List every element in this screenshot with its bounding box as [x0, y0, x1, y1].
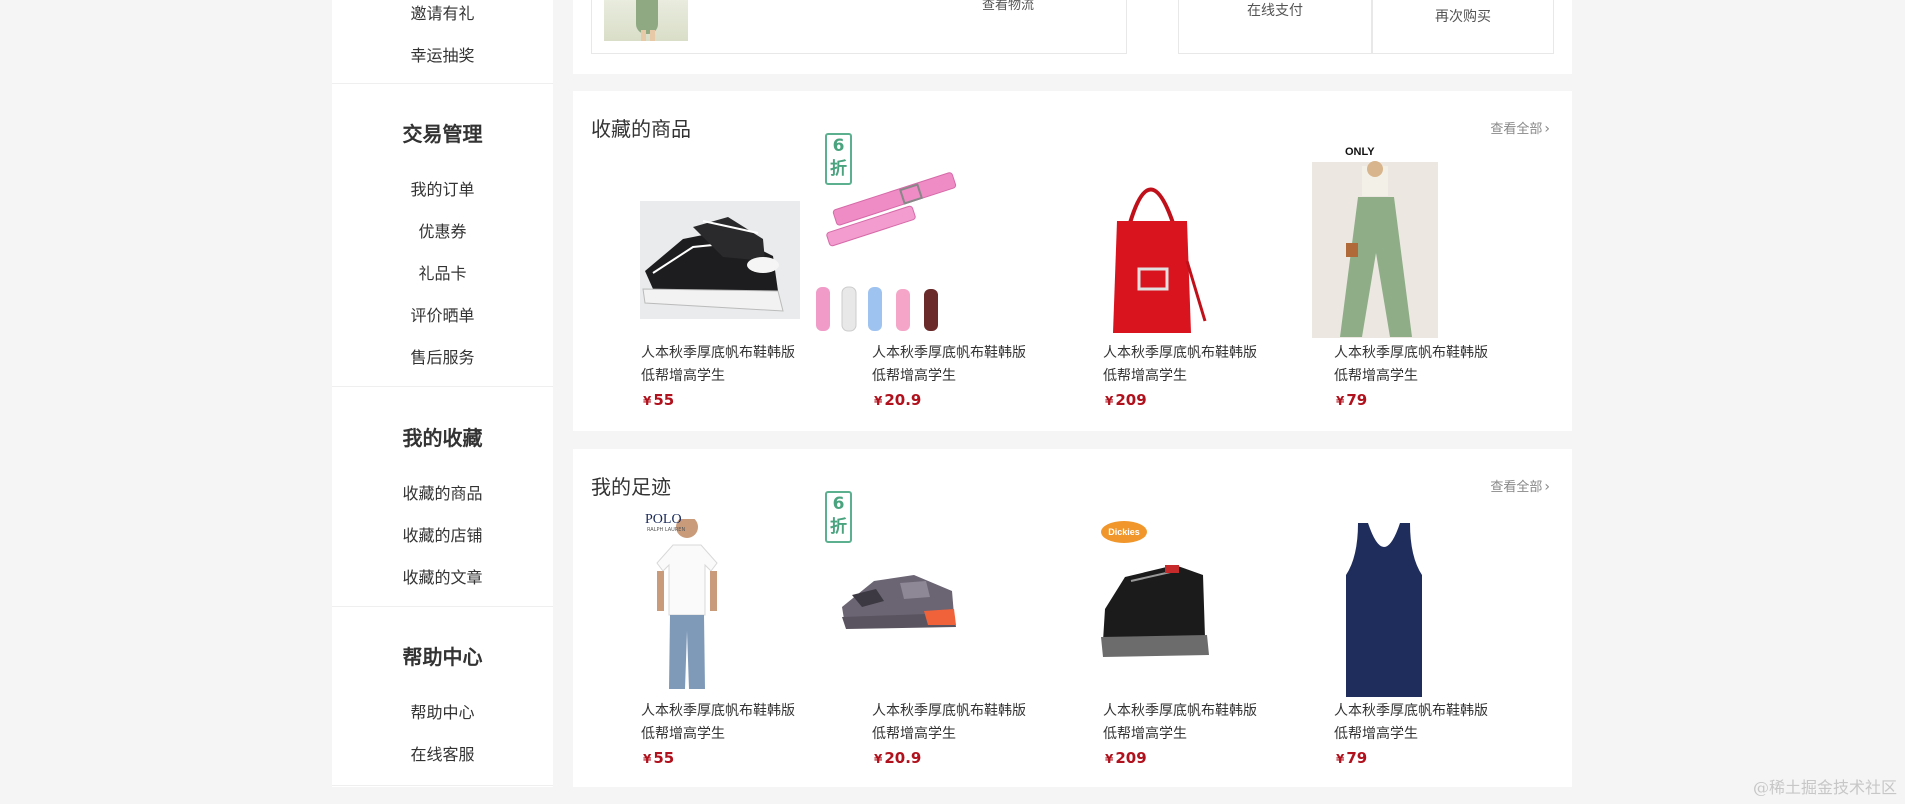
- sidebar-item-coupons[interactable]: 优惠券: [332, 218, 553, 242]
- product-name[interactable]: 人本秋季厚底帆布鞋韩版低帮增高学生: [872, 700, 1032, 746]
- product-price: ¥55: [643, 391, 675, 409]
- sidebar-item-online-service[interactable]: 在线客服: [332, 741, 553, 765]
- brand-logo-polo-sub: RALPH LAUREN: [647, 527, 686, 533]
- view-all-label: 查看全部: [1490, 480, 1543, 495]
- order-product-thumbnail[interactable]: [604, 0, 688, 41]
- order-meta[interactable]: 查看物流: [982, 0, 1034, 13]
- brand-logo-dickies: Dickies: [1101, 521, 1147, 543]
- product-name[interactable]: 人本秋季厚底帆布鞋韩版低帮增高学生: [1103, 700, 1263, 746]
- sidebar-item-fav-articles[interactable]: 收藏的文章: [332, 564, 553, 588]
- rebuy-button[interactable]: 再次购买: [1435, 9, 1491, 25]
- sidebar-item-help-center[interactable]: 帮助中心: [332, 699, 553, 723]
- product-image-navy-tank-top: [1266, 519, 1446, 697]
- order-row: 查看物流: [591, 0, 1127, 54]
- product-name[interactable]: 人本秋季厚底帆布鞋韩版低帮增高学生: [872, 342, 1032, 388]
- product-name[interactable]: 人本秋季厚底帆布鞋韩版低帮增高学生: [641, 700, 801, 746]
- sidebar-item-lottery[interactable]: 幸运抽奖: [332, 42, 553, 66]
- chevron-right-icon: ›: [1544, 121, 1550, 137]
- favorite-product-card[interactable]: ONLY 人本秋季厚底帆布鞋韩版低帮增高学生 ¥79: [1266, 146, 1488, 411]
- sidebar-section-title-trade: 交易管理: [402, 122, 483, 146]
- footprint-product-card[interactable]: POLO RALPH LAUREN 人本秋季厚底帆布鞋韩版低帮增高学生 ¥55: [573, 512, 795, 769]
- product-price: ¥55: [643, 749, 675, 767]
- sidebar-item-fav-shops[interactable]: 收藏的店铺: [332, 522, 553, 546]
- sidebar-divider: [332, 83, 553, 84]
- order-payment-method: 在线支付: [1178, 0, 1372, 54]
- sidebar-item-fav-products[interactable]: 收藏的商品: [332, 480, 553, 504]
- product-name[interactable]: 人本秋季厚底帆布鞋韩版低帮增高学生: [641, 342, 801, 388]
- product-price: ¥79: [1336, 749, 1368, 767]
- favorites-title: 收藏的商品: [591, 117, 691, 141]
- chevron-right-icon: ›: [1544, 479, 1550, 495]
- product-price: ¥20.9: [874, 391, 922, 409]
- sidebar-divider: [332, 386, 553, 387]
- product-name[interactable]: 人本秋季厚底帆布鞋韩版低帮增高学生: [1103, 342, 1263, 388]
- order-rebuy: 再次购买: [1372, 0, 1554, 54]
- sidebar-section-title-help: 帮助中心: [402, 645, 483, 669]
- product-image-work-boot: Dickies: [1035, 519, 1215, 695]
- product-image-red-handbag: [1035, 161, 1215, 337]
- sidebar-item-invite[interactable]: 邀请有礼: [332, 0, 553, 24]
- recent-order-panel: 查看物流 在线支付 再次购买: [573, 0, 1572, 74]
- sidebar-item-reviews[interactable]: 评价晒单: [332, 302, 553, 326]
- favorite-product-card[interactable]: 人本秋季厚底帆布鞋韩版低帮增高学生 ¥209: [1035, 161, 1257, 411]
- product-price: ¥20.9: [874, 749, 922, 767]
- footprint-product-card[interactable]: Dickies 人本秋季厚底帆布鞋韩版低帮增高学生 ¥209: [1035, 519, 1257, 769]
- product-image-tshirt-model: POLO RALPH LAUREN: [573, 512, 753, 695]
- product-image-green-pants: ONLY: [1266, 146, 1446, 338]
- footprint-product-card[interactable]: 人本秋季厚底帆布鞋韩版低帮增高学生 ¥79: [1266, 519, 1488, 769]
- product-price: ¥79: [1336, 391, 1368, 409]
- footprints-title: 我的足迹: [591, 475, 671, 499]
- product-price: ¥209: [1105, 749, 1147, 767]
- sidebar-item-gift-card[interactable]: 礼品卡: [332, 260, 553, 284]
- product-price: ¥209: [1105, 391, 1147, 409]
- sidebar: 邀请有礼 幸运抽奖 交易管理 我的订单 优惠券 礼品卡 评价晒单 售后服务 我的…: [332, 0, 553, 787]
- footprints-panel: 我的足迹 查看全部 › POLO RALPH LAUREN 人本秋季厚底帆布鞋韩版…: [573, 449, 1572, 787]
- brand-logo-only: ONLY: [1345, 146, 1375, 158]
- favorite-product-card[interactable]: 人本秋季厚底帆布鞋韩版低帮增高学生 ¥20.9: [804, 161, 1026, 411]
- product-name[interactable]: 人本秋季厚底帆布鞋韩版低帮增高学生: [1334, 700, 1494, 746]
- sidebar-item-my-orders[interactable]: 我的订单: [332, 176, 553, 200]
- order-payment-label: 在线支付: [1247, 3, 1303, 19]
- brand-logo-polo: POLO: [645, 512, 682, 527]
- product-image-watch-straps: [804, 161, 984, 337]
- product-image-sneaker: [573, 161, 800, 337]
- view-all-label: 查看全部: [1490, 122, 1543, 137]
- favorite-product-card[interactable]: 人本秋季厚底帆布鞋韩版低帮增高学生 ¥55: [573, 161, 800, 411]
- watermark: @稀土掘金技术社区: [1752, 778, 1897, 797]
- product-name[interactable]: 人本秋季厚底帆布鞋韩版低帮增高学生: [1334, 342, 1494, 388]
- favorites-view-all-link[interactable]: 查看全部 ›: [1490, 118, 1550, 137]
- sidebar-divider: [332, 785, 553, 786]
- footprint-product-card[interactable]: 人本秋季厚底帆布鞋韩版低帮增高学生 ¥20.9: [804, 519, 1026, 769]
- sidebar-section-title-favorites: 我的收藏: [402, 426, 483, 450]
- sidebar-divider: [332, 606, 553, 607]
- product-image-camo-running-shoe: [804, 519, 984, 695]
- favorites-panel: 收藏的商品 查看全部 › 人本秋季厚底帆布鞋韩版低帮增高学生 ¥55 6折 人本…: [573, 91, 1572, 431]
- footprints-view-all-link[interactable]: 查看全部 ›: [1490, 476, 1550, 495]
- sidebar-item-after-sales[interactable]: 售后服务: [332, 344, 553, 368]
